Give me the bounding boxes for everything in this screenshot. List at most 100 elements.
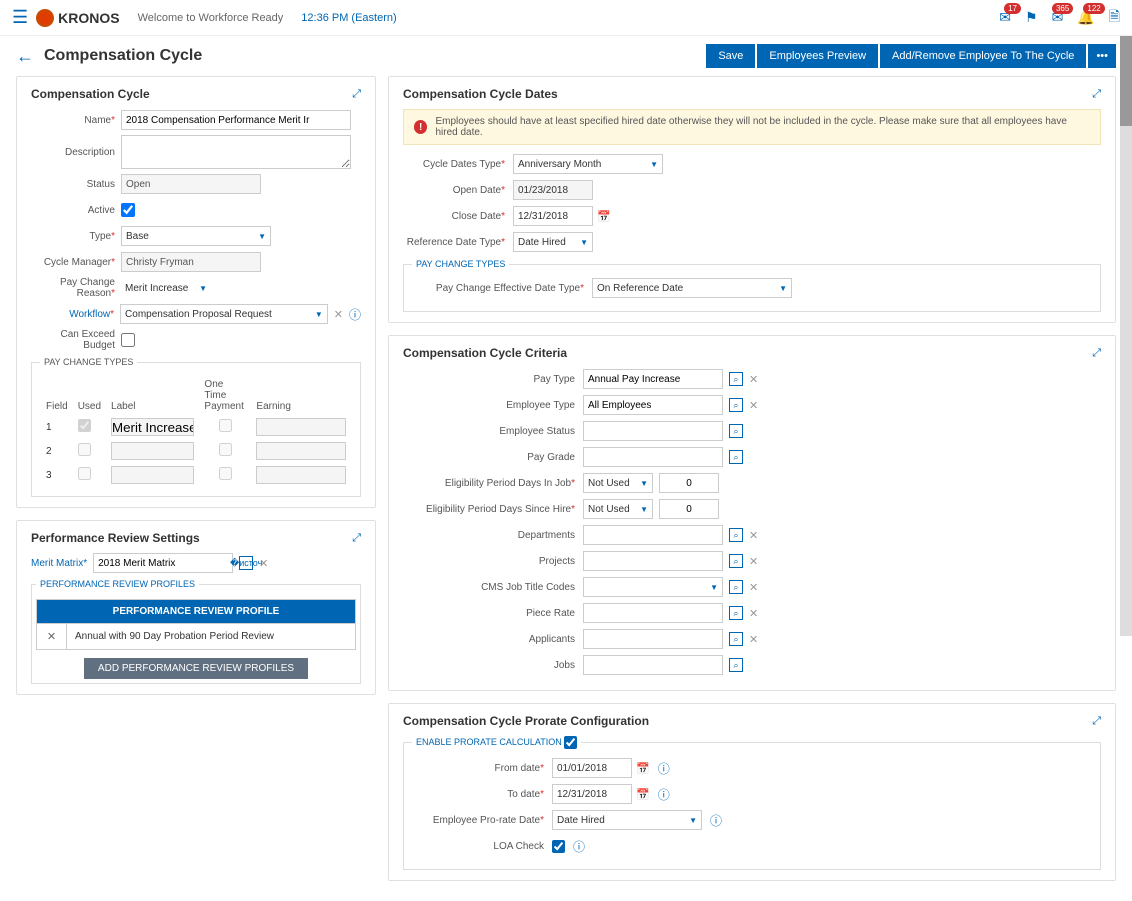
lookup-icon[interactable]: ⌕ <box>729 528 743 542</box>
more-actions-button[interactable]: ••• <box>1088 44 1116 68</box>
table-row: 3 <box>42 464 350 486</box>
mail2-icon[interactable]: ✉365 <box>1052 9 1064 26</box>
merit-clear-icon[interactable]: ✕ <box>259 557 268 570</box>
from-label: From date <box>412 763 552 774</box>
mail-icon[interactable]: ✉17 <box>999 9 1011 26</box>
clear-icon[interactable]: ✕ <box>749 529 758 542</box>
expand-icon[interactable]: ⤢ <box>1092 347 1101 360</box>
active-label: Active <box>31 205 121 216</box>
earning-input[interactable] <box>256 442 346 460</box>
bell-icon[interactable]: 🔔122 <box>1077 9 1094 26</box>
lookup-icon[interactable]: ⌕ <box>729 450 743 464</box>
earning-input[interactable] <box>256 418 346 436</box>
elighire-num[interactable] <box>659 499 719 519</box>
workflow-info-icon[interactable]: ⓘ <box>349 306 361 323</box>
jobs-input[interactable] <box>583 655 723 675</box>
info-icon[interactable]: ⓘ <box>658 786 670 803</box>
appl-input[interactable] <box>583 629 723 649</box>
empstatus-input[interactable] <box>583 421 723 441</box>
dept-input[interactable] <box>583 525 723 545</box>
bell-badge: 122 <box>1083 3 1104 14</box>
proj-input[interactable] <box>583 551 723 571</box>
lookup-icon[interactable]: ⌕ <box>729 606 743 620</box>
eff-select[interactable]: On Reference Date▼ <box>592 278 792 298</box>
cms-label: CMS Job Title Codes <box>403 582 583 593</box>
clear-icon[interactable]: ✕ <box>749 607 758 620</box>
expand-icon[interactable]: ⤢ <box>1092 88 1101 101</box>
paytype-input[interactable] <box>583 369 723 389</box>
cms-select[interactable]: ▼ <box>583 577 723 597</box>
eligjob-select[interactable]: Not Used▼ <box>583 473 653 493</box>
back-arrow-icon[interactable]: ← <box>16 46 34 67</box>
ref-select[interactable]: Date Hired▼ <box>513 232 593 252</box>
name-input[interactable] <box>121 110 351 130</box>
time-text[interactable]: 12:36 PM (Eastern) <box>301 12 396 24</box>
info-icon[interactable]: ⓘ <box>710 812 722 829</box>
lookup-icon[interactable]: ⌕ <box>729 658 743 672</box>
calendar-icon[interactable]: 📅 <box>597 210 611 223</box>
clear-icon[interactable]: ✕ <box>749 581 758 594</box>
lookup-icon[interactable]: ⌕ <box>729 372 743 386</box>
workflow-select[interactable]: Compensation Proposal Request▼ <box>120 304 328 324</box>
emptype-input[interactable] <box>583 395 723 415</box>
paygrade-input[interactable] <box>583 447 723 467</box>
prodate-select[interactable]: Date Hired▼ <box>552 810 702 830</box>
clear-icon[interactable]: ✕ <box>749 555 758 568</box>
doc-icon[interactable]: 🗎 <box>1109 6 1120 30</box>
lookup-icon[interactable]: ⌕ <box>729 632 743 646</box>
type-select[interactable]: Base▼ <box>121 226 271 246</box>
reason-select[interactable]: Merit Increase▼ <box>121 278 211 298</box>
earning-input[interactable] <box>256 466 346 484</box>
addremove-button[interactable]: Add/Remove Employee To The Cycle <box>880 44 1086 68</box>
save-button[interactable]: Save <box>706 44 755 68</box>
preview-button[interactable]: Employees Preview <box>757 44 878 68</box>
loa-checkbox[interactable] <box>552 840 565 853</box>
scrollbar-thumb[interactable] <box>1120 36 1132 126</box>
expand-icon[interactable]: ⤢ <box>352 532 361 545</box>
eligjob-num[interactable] <box>659 473 719 493</box>
merit-input[interactable] <box>93 553 233 573</box>
label-input[interactable] <box>111 418 194 436</box>
eff-label: Pay Change Effective Date Type <box>412 283 592 294</box>
info-icon[interactable]: ⓘ <box>573 838 585 855</box>
desc-label: Description <box>31 147 121 158</box>
expand-icon[interactable]: ⤢ <box>1092 715 1101 728</box>
workflow-clear-icon[interactable]: ✕ <box>334 308 343 321</box>
info-icon[interactable]: ⓘ <box>658 760 670 777</box>
active-checkbox[interactable] <box>121 203 135 217</box>
close-date[interactable]: 12/31/2018 <box>513 206 593 226</box>
menu-icon[interactable]: ☰ <box>12 7 28 28</box>
clear-icon[interactable]: ✕ <box>749 373 758 386</box>
exceed-label: Can Exceed Budget <box>31 329 121 351</box>
calendar-icon[interactable]: 📅 <box>636 762 650 775</box>
clear-icon[interactable]: ✕ <box>749 399 758 412</box>
lookup-icon[interactable]: ⌕ <box>729 424 743 438</box>
workflow-label[interactable]: Workflow <box>31 309 120 320</box>
piece-input[interactable] <box>583 603 723 623</box>
label-input[interactable] <box>111 442 194 460</box>
from-date[interactable]: 01/01/2018 <box>552 758 632 778</box>
table-row: 1 <box>42 416 350 438</box>
criteria-card-title: Compensation Cycle Criteria <box>403 346 1092 360</box>
lookup-icon[interactable]: ⌕ <box>729 398 743 412</box>
paychange-table: Field Used Label One Time Payment Earnin… <box>40 375 352 488</box>
exceed-checkbox[interactable] <box>121 333 135 347</box>
to-date[interactable]: 12/31/2018 <box>552 784 632 804</box>
lookup-icon[interactable]: ⌕ <box>729 554 743 568</box>
elighire-select[interactable]: Not Used▼ <box>583 499 653 519</box>
cdt-select[interactable]: Anniversary Month▼ <box>513 154 663 174</box>
perf-card-title: Performance Review Settings <box>31 531 352 545</box>
flag-icon[interactable]: ⚑ <box>1025 9 1038 26</box>
label-input[interactable] <box>111 466 194 484</box>
lookup-icon[interactable]: ⌕ <box>729 580 743 594</box>
enable-checkbox[interactable] <box>564 736 577 749</box>
profile-remove-icon[interactable]: ✕ <box>37 624 67 649</box>
scrollbar[interactable] <box>1120 36 1132 636</box>
add-profile-button[interactable]: ADD PERFORMANCE REVIEW PROFILES <box>84 658 308 679</box>
calendar-icon[interactable]: 📅 <box>636 788 650 801</box>
clear-icon[interactable]: ✕ <box>749 633 758 646</box>
expand-icon[interactable]: ⤢ <box>352 88 361 101</box>
merit-lookup-icon[interactable]: �источ <box>239 556 253 570</box>
merit-label[interactable]: Merit Matrix* <box>31 558 87 569</box>
desc-input[interactable] <box>121 135 351 169</box>
